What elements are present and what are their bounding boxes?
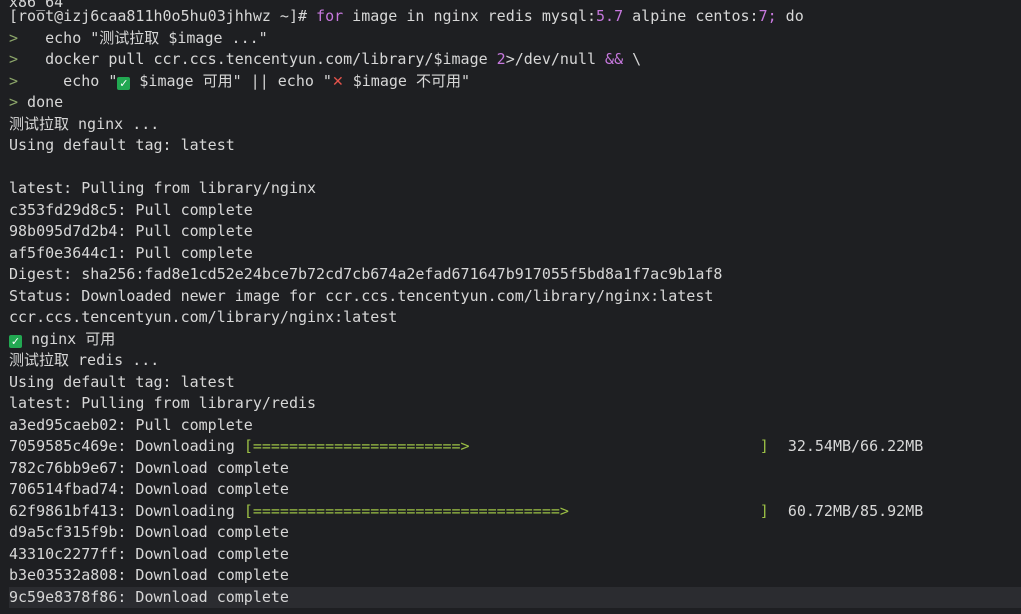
continuation-line: > done (9, 92, 1021, 114)
for-keyword: for (316, 7, 344, 25)
output-line: a3ed95caeb02: Pull complete (9, 415, 253, 434)
command-text: echo "测试拉取 $image ..." (18, 28, 268, 47)
layer-id: 62f9861bf413: (9, 501, 127, 520)
progress-fill: =======================> (252, 437, 470, 455)
layer-id: 7059585c469e: (9, 437, 127, 455)
output-line: latest: Pulling from library/redis (9, 394, 317, 412)
progress-bracket-left: [ (243, 501, 253, 520)
layer-id: 706514fbad74: (9, 480, 127, 498)
progress-fill: ==================================> (252, 501, 569, 520)
status-text: nginx 可用 (22, 329, 116, 348)
command-text: echo " (18, 71, 118, 90)
check-mark-icon: ✓ (9, 334, 22, 348)
command-text: image in nginx redis mysql (343, 7, 587, 25)
continuation-line: > echo "测试拉取 $image ..." (9, 28, 1021, 50)
download-line: 782c76bb9e67: Download complete (9, 458, 1021, 480)
output-line: latest: Pulling from library/nginx (9, 179, 317, 197)
layer-id: 9c59e8378f86: (9, 587, 127, 606)
output-line: Digest: sha256:fad8e1cd52e24bce7b72cd7cb… (9, 265, 723, 283)
output-line: ✓ nginx 可用 (9, 329, 1021, 351)
download-line: 7059585c469e: Downloading [=============… (9, 436, 1021, 458)
command-text: echo " (277, 71, 332, 90)
output-line: Status: Downloaded newer image for ccr.c… (9, 286, 714, 305)
command-text: $image 不可用" (343, 71, 470, 90)
command-operator: || (241, 71, 278, 90)
layer-status: Downloading (126, 437, 244, 455)
output-line: 测试拉取 nginx ... (9, 114, 160, 133)
continuation-prompt: > (9, 28, 19, 47)
command-text: $image 可用" (130, 71, 242, 90)
progress-bar: [==================================>] (244, 501, 769, 523)
output-line: 测试拉取 redis ... (9, 351, 160, 369)
download-line: 62f9861bf413: Downloading [=============… (9, 501, 1021, 523)
command-text: alpine centos (623, 7, 750, 25)
command-operator: && (605, 50, 624, 68)
command-text: : (749, 7, 759, 25)
layer-status: Download complete (126, 587, 289, 606)
command-semicolon: ; (767, 7, 777, 25)
progress-bracket-right: ] (759, 501, 769, 520)
output-line: 98b095d7d2b4: Pull complete (9, 222, 253, 240)
continuation-prompt: > (9, 93, 19, 111)
command-text: docker pull ccr.ccs.tencentyun.com/libra… (18, 50, 434, 68)
layer-id: b3e03532a808: (9, 566, 127, 584)
cross-mark-icon: ✕ (331, 73, 344, 90)
command-text: : (586, 7, 597, 25)
layer-status: Download complete (126, 458, 289, 477)
terminal-window[interactable]: x86_64 [root@izj6caa811h0o5hu03jhhwz ~]#… (0, 0, 1021, 614)
output-line: ccr.ccs.tencentyun.com/library/nginx:lat… (9, 308, 398, 326)
layer-status: Download complete (126, 523, 289, 541)
layer-status: Downloading (126, 501, 244, 520)
progress-bracket-left: [ (243, 437, 253, 455)
shell-prompt: [root@izj6caa811h0o5hu03jhhwz ~]# (9, 7, 308, 25)
output-line: Using default tag: latest (9, 136, 235, 154)
layer-status: Download complete (126, 566, 289, 584)
download-line: 706514fbad74: Download complete (9, 479, 1021, 501)
continuation-prompt: > (9, 50, 19, 68)
do-keyword: do (776, 7, 804, 25)
download-line: d9a5cf315f9b: Download complete (9, 522, 1021, 544)
output-line: af5f0e3644c1: Pull complete (9, 243, 253, 262)
download-line: 43310c2277ff: Download complete (9, 544, 1021, 566)
command-number: 2 (487, 50, 506, 68)
command-text: >/dev/null (505, 50, 606, 68)
progress-bracket-right: ] (759, 437, 769, 455)
download-line: b3e03532a808: Download complete (9, 565, 1021, 587)
continuation-line: > echo " ✓ $image 可用" || echo "✕ $image 不… (9, 71, 1021, 93)
command-text: \ (623, 50, 642, 68)
layer-id: 43310c2277ff: (9, 544, 127, 563)
layer-id: d9a5cf315f9b: (9, 523, 127, 541)
download-size: 60.72MB/85.92MB (787, 501, 924, 520)
command-text: done (18, 93, 64, 111)
layer-id: 782c76bb9e67: (9, 458, 127, 477)
continuation-line: > docker pull ccr.ccs.tencentyun.com/lib… (9, 49, 1021, 71)
command-line: [root@izj6caa811h0o5hu03jhhwz ~]# for im… (9, 6, 1021, 28)
check-mark-icon: ✓ (117, 76, 131, 90)
command-variable: $image (433, 50, 488, 68)
output-line: c353fd29d8c5: Pull complete (9, 200, 253, 219)
output-line: Using default tag: latest (9, 372, 235, 391)
download-size: 32.54MB/66.22MB (787, 437, 924, 455)
layer-status: Download complete (126, 544, 289, 563)
layer-status: Download complete (126, 480, 289, 498)
continuation-prompt: > (9, 71, 19, 90)
command-number: 5.7 (596, 7, 624, 25)
progress-bar: [=======================>] (244, 436, 769, 458)
command-number: 7 (758, 7, 768, 25)
download-line: 9c59e8378f86: Download complete (9, 586, 1021, 608)
